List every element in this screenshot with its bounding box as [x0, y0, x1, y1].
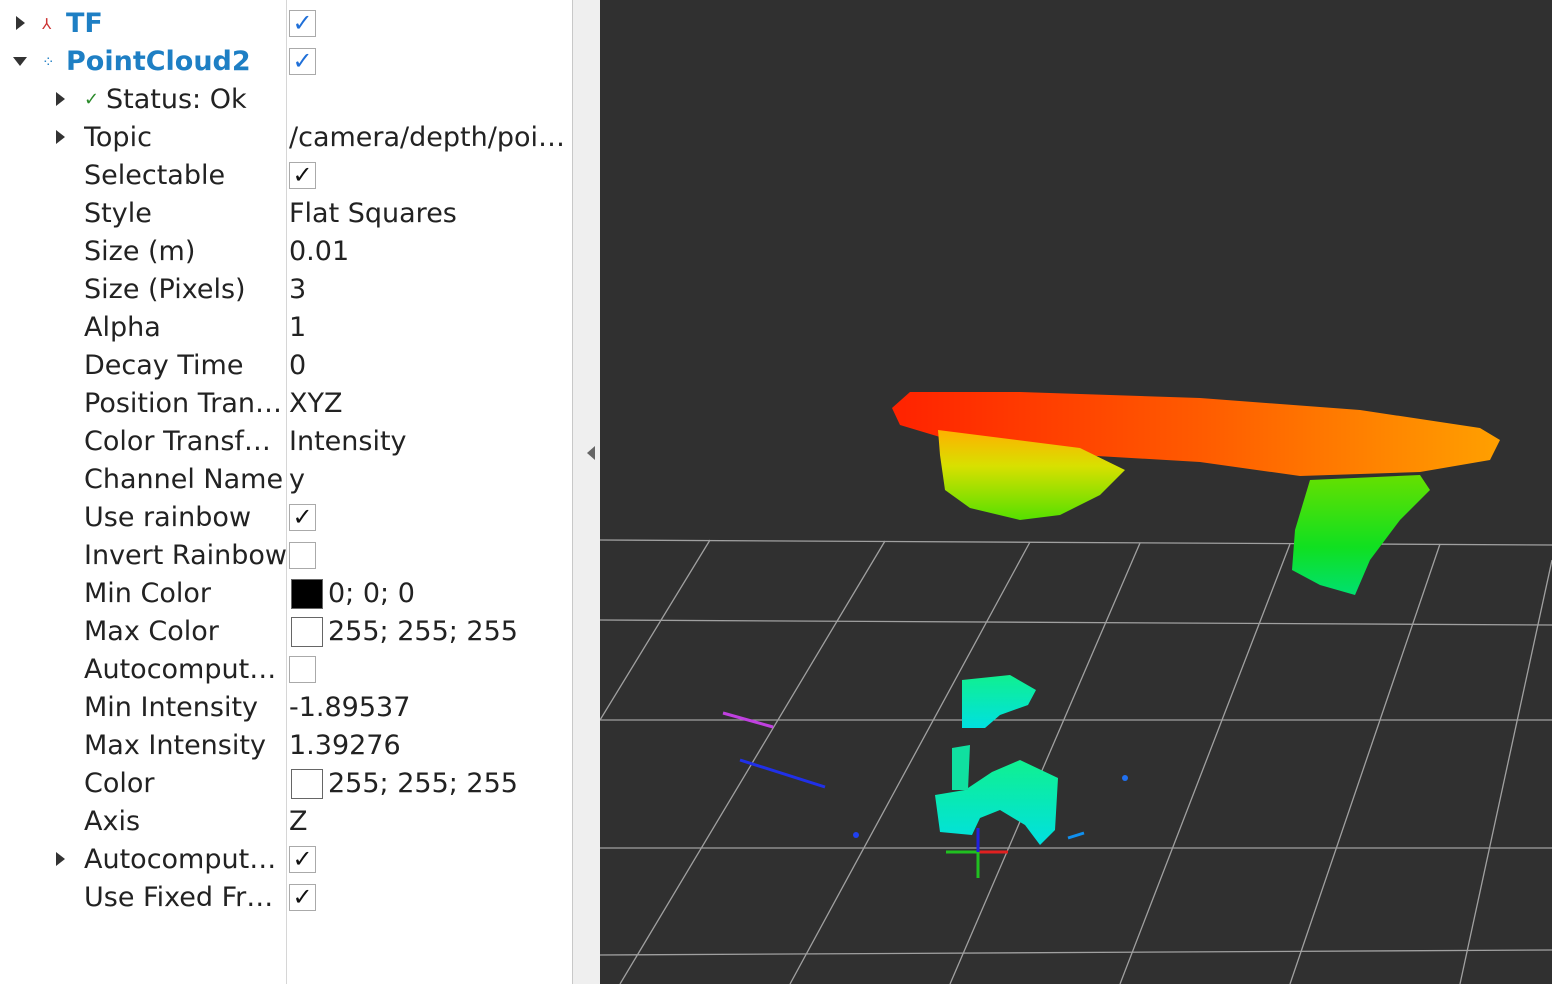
color-transformer-value[interactable]: Intensity: [289, 423, 407, 461]
prop-use-rainbow[interactable]: Use rainbow ✓: [0, 499, 572, 537]
point-cloud-right-leg: [1292, 475, 1430, 595]
color-label: Color: [84, 768, 155, 799]
expand-arrow-icon[interactable]: [12, 5, 32, 43]
prop-axis[interactable]: Axis Z: [0, 803, 572, 841]
prop-color-transformer[interactable]: Color Transf… Intensity: [0, 423, 572, 461]
size-m-label: Size (m): [84, 236, 196, 267]
tree-item-tf[interactable]: ⅄ TF ✓: [0, 5, 572, 43]
expand-arrow-icon[interactable]: [52, 841, 72, 879]
use-fixed-frame-checkbox[interactable]: ✓: [289, 884, 316, 911]
color-swatch[interactable]: [291, 769, 323, 799]
use-rainbow-label: Use rainbow: [84, 502, 252, 533]
max-color-value[interactable]: 255; 255; 255: [328, 613, 518, 651]
collapse-arrow-icon[interactable]: [12, 43, 32, 81]
tf-enable-checkbox[interactable]: ✓: [289, 10, 316, 37]
position-transformer-label: Position Tran…: [84, 388, 282, 419]
prop-status[interactable]: ✓ Status: Ok: [0, 81, 572, 119]
prop-size-pixels[interactable]: Size (Pixels) 3: [0, 271, 572, 309]
prop-alpha[interactable]: Alpha 1: [0, 309, 572, 347]
point-cloud-blue-dash: [1067, 831, 1085, 840]
expand-arrow-icon[interactable]: [52, 81, 72, 119]
tree-item-pointcloud2[interactable]: ⁘ PointCloud2 ✓: [0, 43, 572, 81]
decay-time-value[interactable]: 0: [289, 347, 306, 385]
style-label: Style: [84, 198, 152, 229]
size-pixels-value[interactable]: 3: [289, 271, 306, 309]
position-transformer-value[interactable]: XYZ: [289, 385, 343, 423]
pointcloud2-enable-checkbox[interactable]: ✓: [289, 48, 316, 75]
use-fixed-frame-label: Use Fixed Fr…: [84, 882, 274, 913]
prop-min-intensity[interactable]: Min Intensity -1.89537: [0, 689, 572, 727]
decay-time-label: Decay Time: [84, 350, 244, 381]
prop-autocompute-intensity[interactable]: Autocomput…: [0, 651, 572, 689]
size-m-value[interactable]: 0.01: [289, 233, 349, 271]
prop-topic[interactable]: Topic /camera/depth/poi…: [0, 119, 572, 157]
use-rainbow-checkbox[interactable]: ✓: [289, 504, 316, 531]
point-cloud-blue-streak: [739, 758, 826, 789]
point-cloud-blue-point: [853, 832, 859, 838]
max-intensity-value[interactable]: 1.39276: [289, 727, 401, 765]
min-color-value[interactable]: 0; 0; 0: [328, 575, 415, 613]
prop-invert-rainbow[interactable]: Invert Rainbow: [0, 537, 572, 575]
channel-name-value[interactable]: y: [289, 461, 305, 499]
prop-decay-time[interactable]: Decay Time 0: [0, 347, 572, 385]
displays-panel: ⅄ TF ✓ ⁘ PointCloud2 ✓ ✓ Status: Ok Topi…: [0, 0, 573, 984]
min-color-label: Min Color: [84, 578, 211, 609]
topic-value[interactable]: /camera/depth/poi…: [289, 119, 565, 157]
point-cloud-blue-point: [1122, 775, 1128, 781]
expand-arrow-icon[interactable]: [52, 119, 72, 157]
prop-selectable[interactable]: Selectable ✓: [0, 157, 572, 195]
max-color-swatch[interactable]: [291, 617, 323, 647]
color-transformer-label: Color Transf…: [84, 426, 271, 457]
prop-position-transformer[interactable]: Position Tran… XYZ: [0, 385, 572, 423]
min-intensity-label: Min Intensity: [84, 692, 259, 723]
prop-color[interactable]: Color 255; 255; 255: [0, 765, 572, 803]
autocompute-intensity-checkbox[interactable]: [289, 656, 316, 683]
min-intensity-value[interactable]: -1.89537: [289, 689, 410, 727]
tf-label: TF: [66, 8, 103, 39]
autocompute-value-bounds-label: Autocomput…: [84, 844, 277, 875]
prop-channel-name[interactable]: Channel Name y: [0, 461, 572, 499]
topic-label: Topic: [84, 122, 152, 153]
pointcloud-icon: ⁘: [42, 53, 55, 71]
prop-max-color[interactable]: Max Color 255; 255; 255: [0, 613, 572, 651]
selectable-label: Selectable: [84, 160, 226, 191]
invert-rainbow-checkbox[interactable]: [289, 542, 316, 569]
prop-min-color[interactable]: Min Color 0; 0; 0: [0, 575, 572, 613]
size-pixels-label: Size (Pixels): [84, 274, 246, 305]
style-value[interactable]: Flat Squares: [289, 195, 457, 233]
color-value[interactable]: 255; 255; 255: [328, 765, 518, 803]
3d-scene: [600, 392, 1552, 984]
axis-value[interactable]: Z: [289, 803, 308, 841]
autocompute-value-bounds-checkbox[interactable]: ✓: [289, 846, 316, 873]
prop-size-m[interactable]: Size (m) 0.01: [0, 233, 572, 271]
prop-style[interactable]: Style Flat Squares: [0, 195, 572, 233]
prop-max-intensity[interactable]: Max Intensity 1.39276: [0, 727, 572, 765]
collapse-left-icon[interactable]: [587, 446, 595, 460]
alpha-value[interactable]: 1: [289, 309, 306, 347]
selectable-checkbox[interactable]: ✓: [289, 162, 316, 189]
invert-rainbow-label: Invert Rainbow: [84, 540, 288, 571]
prop-use-fixed-frame[interactable]: Use Fixed Fr… ✓: [0, 879, 572, 917]
3d-viewport[interactable]: [600, 0, 1552, 984]
axis-label: Axis: [84, 806, 141, 837]
prop-autocompute-value-bounds[interactable]: Autocomput… ✓: [0, 841, 572, 879]
point-cloud-near-spike: [952, 745, 970, 790]
status-label: Status: Ok: [106, 84, 247, 115]
channel-name-label: Channel Name: [84, 464, 284, 495]
max-color-label: Max Color: [84, 616, 219, 647]
max-intensity-label: Max Intensity: [84, 730, 266, 761]
point-cloud: [722, 392, 1500, 845]
pointcloud2-label: PointCloud2: [66, 46, 251, 77]
panel-splitter[interactable]: [573, 0, 600, 984]
check-icon: ✓: [84, 89, 100, 110]
tf-axes-icon: ⅄: [42, 15, 52, 33]
alpha-label: Alpha: [84, 312, 161, 343]
min-color-swatch[interactable]: [291, 579, 323, 609]
autocompute-intensity-label: Autocomput…: [84, 654, 277, 685]
